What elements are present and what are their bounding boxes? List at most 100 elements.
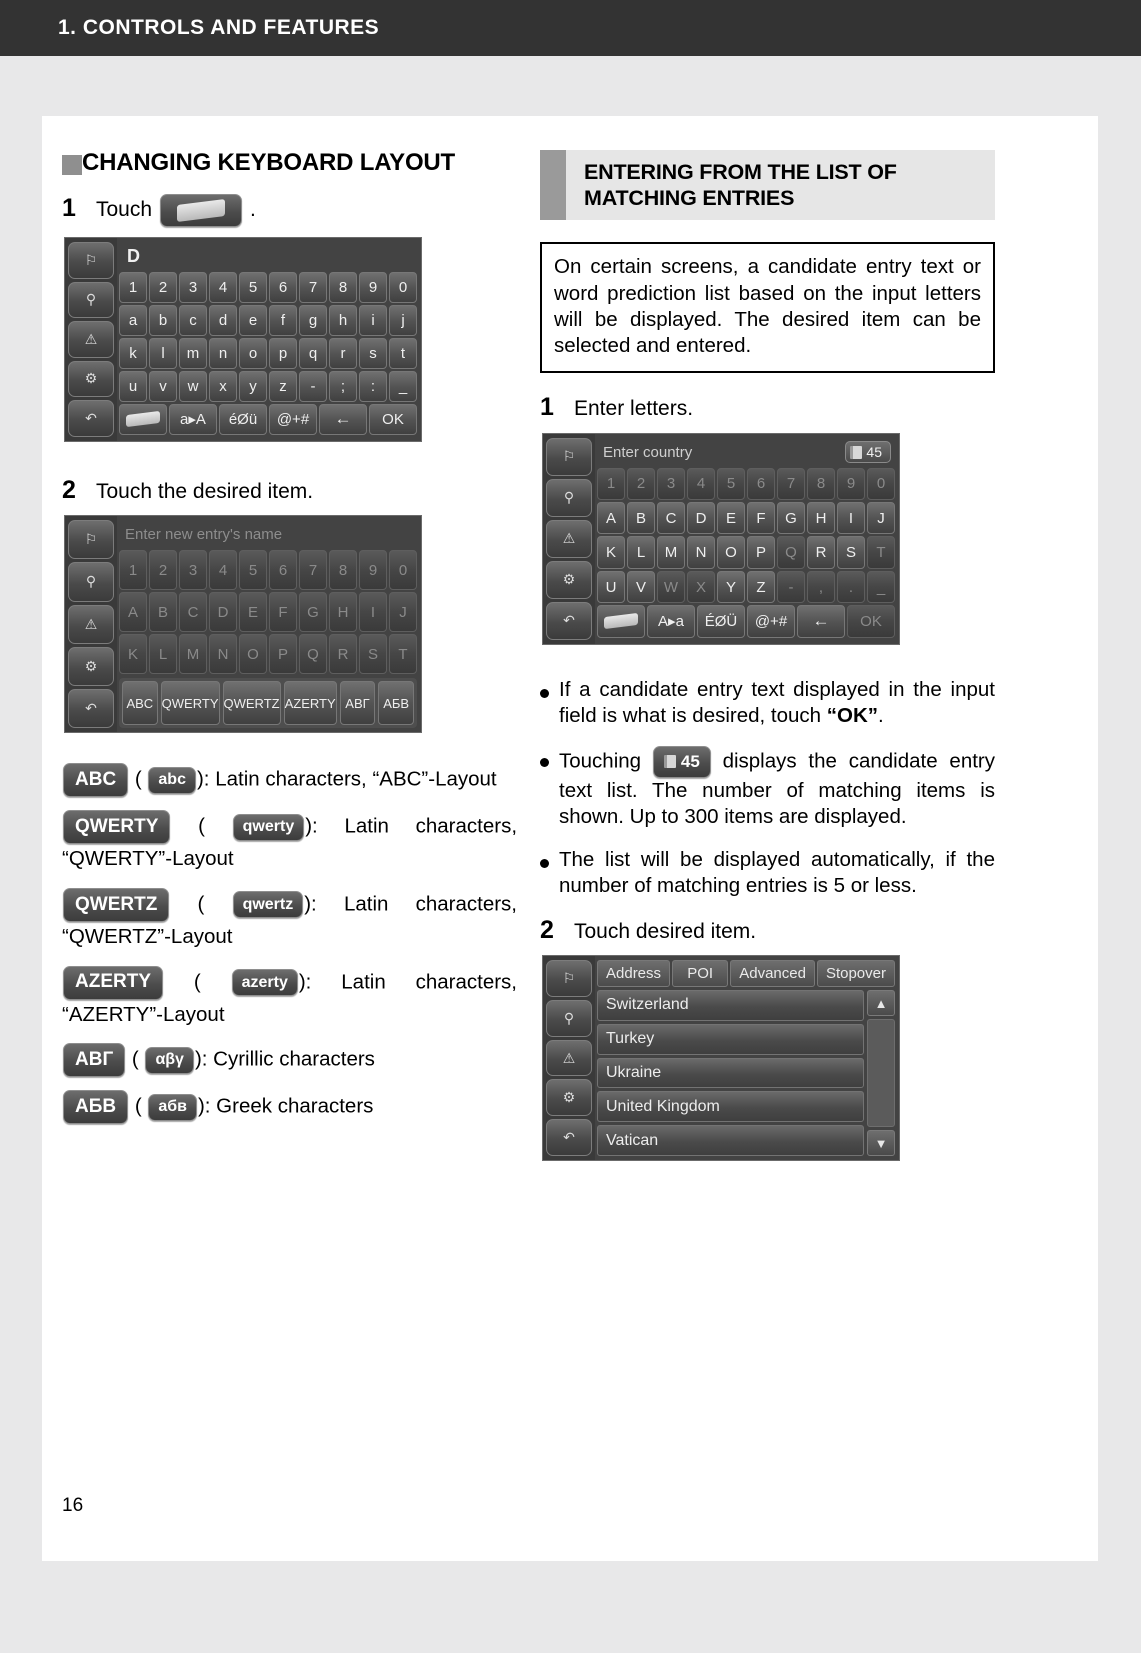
key[interactable]: A [119, 592, 147, 633]
key[interactable]: 8 [807, 467, 835, 501]
greek-lower-button-glyph[interactable]: абв [148, 1093, 197, 1121]
scroll-up-icon[interactable]: ▲ [867, 990, 895, 1017]
tab-poi[interactable]: POI [672, 960, 729, 988]
key[interactable]: S [359, 634, 387, 675]
key[interactable]: 9 [359, 271, 387, 303]
key[interactable]: R [807, 536, 835, 569]
key[interactable]: F [747, 502, 775, 535]
key[interactable]: G [299, 592, 327, 633]
key[interactable]: ; [329, 370, 357, 402]
ok-key[interactable]: OK [369, 403, 417, 435]
key[interactable]: Q [299, 634, 327, 675]
key[interactable]: j [389, 304, 417, 336]
key[interactable]: t [389, 337, 417, 369]
key[interactable]: W [657, 570, 685, 604]
key[interactable]: _ [389, 370, 417, 402]
key[interactable]: 1 [597, 467, 625, 501]
key[interactable]: 2 [149, 550, 177, 591]
keyboard-layout-key[interactable] [597, 605, 645, 638]
key[interactable]: F [269, 592, 297, 633]
tab-address[interactable]: Address [597, 960, 671, 988]
key[interactable]: V [627, 570, 655, 604]
key[interactable]: 4 [209, 271, 237, 303]
key[interactable]: 2 [149, 271, 177, 303]
key[interactable]: e [239, 304, 267, 336]
key[interactable]: 8 [329, 550, 357, 591]
settings-gear-icon[interactable]: ⚙ [546, 1079, 592, 1117]
key[interactable]: 8 [329, 271, 357, 303]
key[interactable]: E [239, 592, 267, 633]
azerty-lower-button-glyph[interactable]: azerty [231, 969, 298, 997]
key[interactable]: 7 [299, 271, 327, 303]
key[interactable]: p [269, 337, 297, 369]
key[interactable]: I [359, 592, 387, 633]
key[interactable]: J [389, 592, 417, 633]
key[interactable]: u [119, 370, 147, 402]
azerty-button-glyph[interactable]: AZERTY [63, 965, 163, 1000]
key[interactable]: - [299, 370, 327, 402]
accent-chars-key[interactable]: éØü [219, 403, 267, 435]
key[interactable]: C [657, 502, 685, 535]
key[interactable]: 0 [867, 467, 895, 501]
key[interactable]: T [867, 536, 895, 569]
key[interactable]: 0 [389, 271, 417, 303]
key[interactable]: 4 [687, 467, 715, 501]
key[interactable]: 6 [269, 271, 297, 303]
key[interactable]: i [359, 304, 387, 336]
list-item[interactable]: Ukraine [597, 1057, 864, 1089]
key[interactable]: : [359, 370, 387, 402]
keyboard-layout-key[interactable] [119, 403, 167, 435]
key[interactable]: l [149, 337, 177, 369]
list-item[interactable]: Vatican [597, 1125, 864, 1157]
key[interactable]: z [269, 370, 297, 402]
key[interactable]: P [269, 634, 297, 675]
key[interactable]: , [807, 570, 835, 604]
key[interactable]: G [777, 502, 805, 535]
case-toggle-key[interactable]: A▸a [647, 605, 695, 638]
map-route-icon[interactable]: ⚲ [546, 999, 592, 1037]
key[interactable]: Q [777, 536, 805, 569]
qwertz-lower-button-glyph[interactable]: qwertz [232, 891, 304, 919]
key[interactable]: E [717, 502, 745, 535]
key[interactable]: 5 [239, 271, 267, 303]
warning-triangle-icon[interactable]: ⚠ [68, 604, 114, 644]
backspace-key[interactable]: ← [319, 403, 367, 435]
key[interactable]: m [179, 337, 207, 369]
cyrillic-button-glyph[interactable]: ABГ [63, 1043, 126, 1078]
scroll-track[interactable] [867, 1019, 895, 1128]
map-route-icon[interactable]: ⚲ [68, 562, 114, 602]
candidate-list-button-glyph[interactable]: 45 [652, 745, 711, 778]
warning-triangle-icon[interactable]: ⚠ [546, 1039, 592, 1077]
key[interactable]: _ [867, 570, 895, 604]
key[interactable]: J [867, 502, 895, 535]
key[interactable]: 4 [209, 550, 237, 591]
layout-option-greek[interactable]: АБВ [378, 681, 414, 726]
accent-chars-key[interactable]: ÉØÜ [697, 605, 745, 638]
key[interactable]: O [239, 634, 267, 675]
key[interactable]: 5 [717, 467, 745, 501]
key[interactable]: K [119, 634, 147, 675]
key[interactable]: g [299, 304, 327, 336]
key[interactable]: N [209, 634, 237, 675]
map-route-icon[interactable]: ⚲ [546, 478, 592, 517]
qwertz-button-glyph[interactable]: QWERTZ [63, 887, 170, 922]
key[interactable]: v [149, 370, 177, 402]
key[interactable]: f [269, 304, 297, 336]
key[interactable]: x [209, 370, 237, 402]
tab-advanced[interactable]: Advanced [730, 960, 815, 988]
key[interactable]: k [119, 337, 147, 369]
key[interactable]: a [119, 304, 147, 336]
key[interactable]: 9 [837, 467, 865, 501]
key[interactable]: n [209, 337, 237, 369]
key[interactable]: d [209, 304, 237, 336]
key[interactable]: - [777, 570, 805, 604]
key[interactable]: X [687, 570, 715, 604]
layout-option-azerty[interactable]: AZERTY [283, 681, 337, 726]
key[interactable]: 6 [747, 467, 775, 501]
key[interactable]: R [329, 634, 357, 675]
key[interactable]: 3 [179, 550, 207, 591]
key[interactable]: Y [717, 570, 745, 604]
greek-button-glyph[interactable]: АБВ [63, 1090, 129, 1125]
settings-gear-icon[interactable]: ⚙ [546, 560, 592, 599]
key[interactable]: I [837, 502, 865, 535]
